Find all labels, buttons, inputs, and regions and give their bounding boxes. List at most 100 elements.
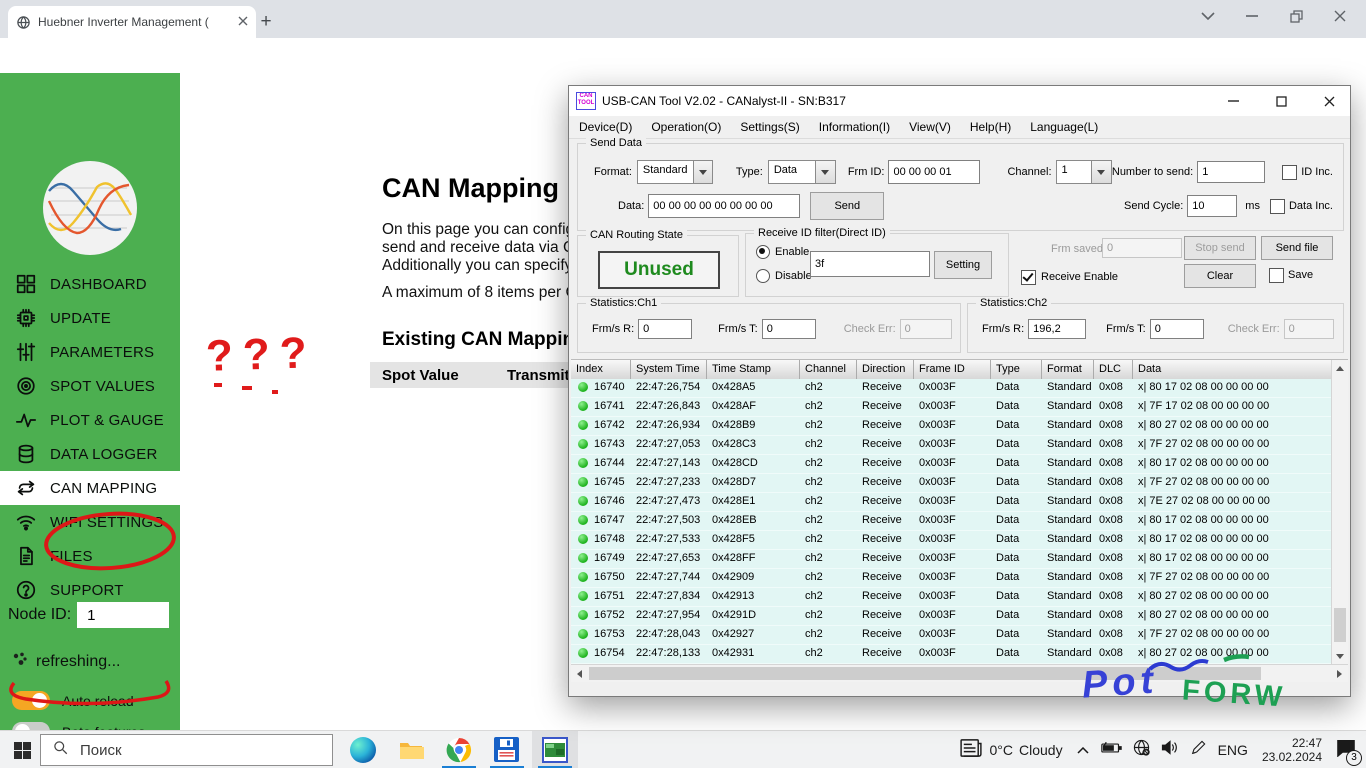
scroll-left-icon[interactable] [571, 666, 587, 681]
menu-languagel[interactable]: Language(L) [1030, 120, 1098, 134]
taskbar-image-app-icon[interactable] [532, 731, 578, 768]
language-indicator[interactable]: ENG [1218, 742, 1248, 758]
send-cycle-input[interactable] [1187, 195, 1237, 217]
taskbar-clock[interactable]: 22:47 23.02.2024 [1262, 736, 1322, 764]
data-inc-checkbox[interactable] [1270, 199, 1285, 214]
frame-row-16753[interactable]: 1675322:47:28,0430x42927ch2Receive0x003F… [571, 626, 1332, 645]
frame-row-16747[interactable]: 1674722:47:27,5030x428EBch2Receive0x003F… [571, 512, 1332, 531]
news-widget-icon[interactable] [960, 739, 982, 762]
node-id-input[interactable] [77, 602, 169, 628]
disable-radio[interactable] [756, 269, 770, 283]
chevron-down-icon[interactable] [693, 160, 713, 184]
data-input[interactable] [648, 194, 800, 218]
scroll-up-icon[interactable] [1332, 360, 1348, 376]
taskbar-file-explorer-icon[interactable] [388, 731, 434, 768]
sidebar-item-parameters[interactable]: PARAMETERS [0, 335, 180, 369]
horizontal-scroll-thumb[interactable] [589, 667, 1261, 680]
scroll-right-icon[interactable] [1332, 666, 1348, 681]
frame-row-16742[interactable]: 1674222:47:26,9340x428B9ch2Receive0x003F… [571, 417, 1332, 436]
browser-close-button[interactable] [1318, 0, 1362, 32]
frame-row-16744[interactable]: 1674422:47:27,1430x428CDch2Receive0x003F… [571, 455, 1332, 474]
frame-row-16743[interactable]: 1674322:47:27,0530x428C3ch2Receive0x003F… [571, 436, 1332, 455]
sidebar-item-can-mapping[interactable]: CAN MAPPING [0, 471, 180, 505]
horizontal-scrollbar[interactable] [571, 664, 1348, 682]
weather-temp[interactable]: 0°C [990, 742, 1014, 758]
frame-row-16741[interactable]: 1674122:47:26,8430x428AFch2Receive0x003F… [571, 398, 1332, 417]
type-select[interactable]: Data [768, 160, 836, 184]
frame-col-frame-id[interactable]: Frame ID [914, 360, 991, 379]
pen-icon[interactable] [1190, 740, 1206, 761]
frame-col-channel[interactable]: Channel [800, 360, 857, 379]
save-checkbox[interactable] [1269, 268, 1284, 283]
menu-settingss[interactable]: Settings(S) [740, 120, 799, 134]
frame-row-16752[interactable]: 1675222:47:27,9540x4291Dch2Receive0x003F… [571, 607, 1332, 626]
frame-col-system-time[interactable]: System Time [631, 360, 707, 379]
sidebar-item-wifi-settings[interactable]: WIFI SETTINGS [0, 505, 180, 539]
clear-button[interactable]: Clear [1184, 264, 1256, 288]
sidebar-item-plot-gauge[interactable]: PLOT & GAUGE [0, 403, 180, 437]
chevron-down-icon[interactable] [1091, 160, 1112, 184]
tab-close-icon[interactable] [238, 13, 248, 31]
browser-tab[interactable]: Huebner Inverter Management ( [8, 6, 256, 38]
menu-helph[interactable]: Help(H) [970, 120, 1011, 134]
new-tab-button[interactable]: + [254, 10, 278, 34]
menu-operationo[interactable]: Operation(O) [651, 120, 721, 134]
scroll-down-icon[interactable] [1332, 649, 1348, 665]
sidebar-item-spot-values[interactable]: SPOT VALUES [0, 369, 180, 403]
window-close-button[interactable] [1308, 87, 1350, 116]
frame-row-16746[interactable]: 1674622:47:27,4730x428E1ch2Receive0x003F… [571, 493, 1332, 512]
network-globe-icon[interactable] [1133, 739, 1150, 761]
auto-reload-toggle[interactable] [12, 691, 50, 710]
frame-row-16748[interactable]: 1674822:47:27,5330x428F5ch2Receive0x003F… [571, 531, 1332, 550]
frame-row-16754[interactable]: 1675422:47:28,1330x42931ch2Receive0x003F… [571, 645, 1332, 664]
stop-send-button[interactable]: Stop send [1184, 236, 1256, 260]
frame-row-16740[interactable]: 1674022:47:26,7540x428A5ch2Receive0x003F… [571, 379, 1332, 398]
browser-chevron-icon[interactable] [1186, 0, 1230, 32]
sidebar-item-data-logger[interactable]: DATA LOGGER [0, 437, 180, 471]
chevron-down-icon[interactable] [815, 160, 836, 184]
window-maximize-button[interactable] [1260, 87, 1302, 116]
taskbar-search-box[interactable] [40, 734, 333, 766]
setting-button[interactable]: Setting [934, 251, 992, 279]
battery-icon[interactable] [1101, 741, 1122, 759]
frame-col-dlc[interactable]: DLC [1094, 360, 1133, 379]
frame-col-direction[interactable]: Direction [857, 360, 914, 379]
taskbar-edge-icon[interactable] [340, 731, 386, 768]
window-title-bar[interactable]: CAN TOOL USB-CAN Tool V2.02 - CANalyst-I… [569, 86, 1350, 116]
frame-col-type[interactable]: Type [991, 360, 1042, 379]
menu-viewv[interactable]: View(V) [909, 120, 951, 134]
start-button[interactable] [0, 731, 44, 768]
frame-row-16750[interactable]: 1675022:47:27,7440x42909ch2Receive0x003F… [571, 569, 1332, 588]
menu-deviced[interactable]: Device(D) [579, 120, 632, 134]
channel-select[interactable]: 1 [1056, 160, 1112, 184]
weather-text[interactable]: Cloudy [1019, 742, 1063, 758]
vertical-scrollbar[interactable] [1331, 360, 1348, 665]
taskbar-usbcan-tool-icon[interactable] [484, 731, 530, 768]
frame-row-16751[interactable]: 1675122:47:27,8340x42913ch2Receive0x003F… [571, 588, 1332, 607]
vertical-scroll-thumb[interactable] [1334, 608, 1346, 642]
window-minimize-button[interactable] [1212, 87, 1254, 116]
filter-id-input[interactable] [810, 251, 930, 277]
frame-col-time-stamp[interactable]: Time Stamp [707, 360, 800, 379]
frame-col-data[interactable]: Data [1133, 360, 1332, 379]
frame-row-16749[interactable]: 1674922:47:27,6530x428FFch2Receive0x003F… [571, 550, 1332, 569]
enable-radio[interactable] [756, 245, 770, 259]
volume-icon[interactable] [1161, 740, 1179, 760]
number-to-send-input[interactable] [1197, 161, 1265, 183]
menu-informationi[interactable]: Information(I) [819, 120, 890, 134]
tray-chevron-up-icon[interactable] [1077, 741, 1089, 759]
browser-restore-button[interactable] [1274, 0, 1318, 32]
frame-col-format[interactable]: Format [1042, 360, 1094, 379]
frm-id-input[interactable] [888, 160, 980, 184]
taskbar-chrome-icon[interactable] [436, 731, 482, 768]
sidebar-item-dashboard[interactable]: DASHBOARD [0, 267, 180, 301]
sidebar-item-files[interactable]: FILES [0, 539, 180, 573]
notification-icon[interactable]: 3 [1336, 739, 1356, 762]
send-button[interactable]: Send [810, 192, 884, 220]
frame-table-body[interactable]: 1674022:47:26,7540x428A5ch2Receive0x003F… [571, 379, 1332, 665]
frame-row-16745[interactable]: 1674522:47:27,2330x428D7ch2Receive0x003F… [571, 474, 1332, 493]
browser-minimize-button[interactable] [1230, 0, 1274, 32]
frame-col-index[interactable]: Index [571, 360, 631, 379]
format-select[interactable]: Standard [637, 160, 713, 184]
search-input[interactable] [78, 741, 282, 760]
